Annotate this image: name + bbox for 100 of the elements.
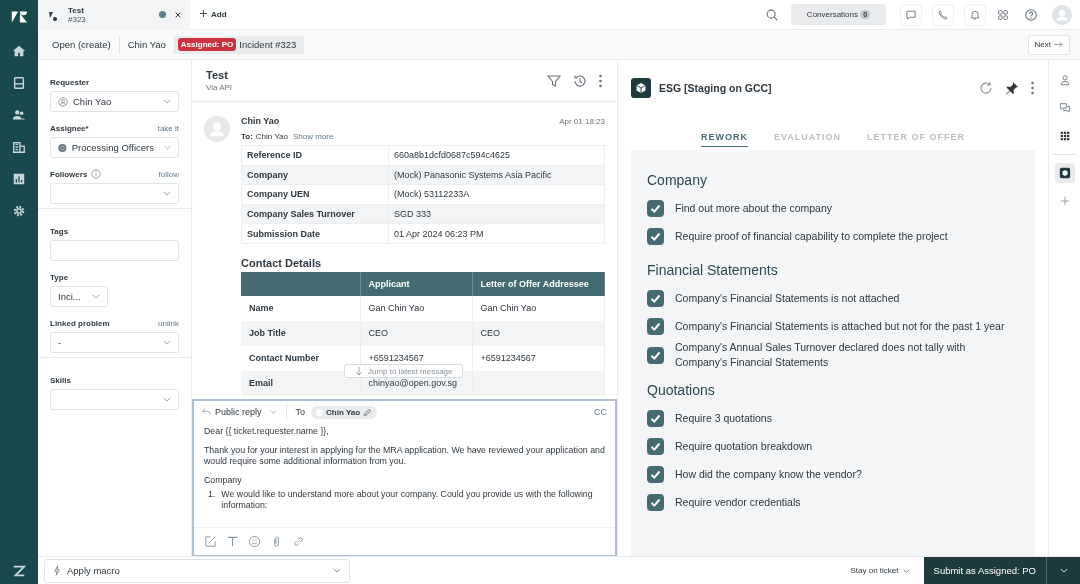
table-cell: Submission Date bbox=[241, 223, 389, 244]
field-link[interactable]: take it bbox=[157, 123, 179, 133]
compose-icon[interactable] bbox=[204, 535, 217, 548]
refresh-icon[interactable] bbox=[978, 80, 994, 96]
section-heading: Quotations bbox=[647, 382, 716, 398]
views-icon[interactable] bbox=[12, 76, 26, 90]
users-icon[interactable] bbox=[12, 108, 26, 122]
chat-icon[interactable] bbox=[900, 3, 922, 26]
checkbox[interactable] bbox=[647, 493, 664, 511]
reply-text-area[interactable]: Dear {{ ticket.requester.name }}, Thank you for your interest in applying for the MRA application. We have reviewed your application and would require some additional information from you. Company 1. We would like to understand more about your company. Could you provide us with the following information: bbox=[194, 423, 615, 527]
add-button[interactable]: Add bbox=[196, 10, 231, 19]
chat-icon bbox=[1058, 102, 1071, 114]
arrow-down-icon bbox=[355, 366, 363, 376]
more-icon[interactable] bbox=[1030, 80, 1035, 96]
app-tab[interactable]: REWORK bbox=[700, 128, 748, 147]
app-logo-icon bbox=[631, 78, 651, 98]
settings-icon[interactable] bbox=[12, 204, 26, 218]
group-icon bbox=[58, 142, 67, 153]
tab-title: Test bbox=[68, 5, 85, 15]
table-cell: Job Title bbox=[241, 320, 360, 346]
checkbox[interactable] bbox=[647, 346, 664, 364]
table-cell: CEO bbox=[472, 320, 605, 346]
field-link[interactable]: unlink bbox=[158, 318, 179, 328]
field-link[interactable]: follow bbox=[158, 169, 179, 179]
ticket-tab[interactable]: Test #323 bbox=[38, 0, 190, 30]
checkbox[interactable] bbox=[647, 437, 664, 455]
text-format-icon[interactable] bbox=[226, 535, 239, 548]
table-cell: Company bbox=[241, 165, 389, 185]
submit-button[interactable]: Submit as Assigned: PO bbox=[923, 556, 1046, 584]
checklist-item: Find out more about the company bbox=[675, 200, 832, 216]
home-icon[interactable] bbox=[12, 44, 26, 58]
breadcrumb[interactable]: Chin Yao bbox=[119, 35, 175, 54]
select-field[interactable]: Processing Officers bbox=[50, 137, 179, 158]
bell-icon[interactable] bbox=[964, 3, 986, 26]
apply-macro-dropdown[interactable]: Apply macro bbox=[44, 558, 350, 583]
checkbox[interactable] bbox=[647, 227, 664, 245]
table-header: Applicant bbox=[360, 271, 472, 296]
breadcrumb[interactable]: Assigned: PO Incident #323 bbox=[174, 35, 305, 54]
ticket-title: Test bbox=[206, 69, 229, 81]
checklist-item: Require proof of financial capability to complete the project bbox=[675, 228, 948, 244]
to-label: To bbox=[295, 407, 306, 417]
checklist-item: Company's Financial Statements is attached but not for the past 1 year bbox=[675, 318, 1005, 334]
checkbox[interactable] bbox=[647, 409, 664, 427]
channel-label: Via API bbox=[206, 83, 233, 92]
field-label: Linked problem bbox=[50, 318, 110, 328]
checkbox[interactable] bbox=[647, 317, 664, 335]
select-field[interactable]: - bbox=[50, 332, 179, 353]
checklist-item: How did the company know the vendor? bbox=[675, 466, 862, 482]
message-time: Apr 01 18:23 bbox=[559, 116, 605, 126]
table-header: Letter of Offer Addressee bbox=[472, 271, 605, 296]
field-value: Inci... bbox=[58, 291, 81, 302]
history-icon[interactable] bbox=[572, 72, 588, 89]
grid-icon bbox=[1058, 130, 1071, 142]
select-field[interactable] bbox=[50, 183, 179, 204]
checkbox[interactable] bbox=[647, 199, 664, 217]
plus-icon bbox=[200, 10, 207, 17]
table-cell: CEO bbox=[360, 320, 472, 346]
chevron-icon bbox=[902, 568, 910, 573]
stay-on-ticket-dropdown[interactable]: Stay on ticket bbox=[844, 565, 916, 576]
chevron-icon bbox=[1059, 568, 1068, 573]
submit-options-button[interactable] bbox=[1046, 556, 1080, 584]
table-cell: Company Sales Turnover bbox=[241, 204, 389, 224]
recipient-name: Chin Yao bbox=[255, 132, 288, 141]
show-more-link[interactable]: Show more bbox=[293, 132, 334, 141]
next-button[interactable]: Next bbox=[1027, 34, 1070, 55]
app-rail-button[interactable] bbox=[1054, 163, 1075, 183]
field-label: Assignee* bbox=[50, 123, 89, 133]
logo-icon[interactable] bbox=[12, 564, 26, 578]
pin-icon[interactable] bbox=[1004, 80, 1020, 96]
plus-icon bbox=[1058, 195, 1071, 207]
reply-mode-dropdown[interactable]: Public reply bbox=[202, 407, 277, 417]
status-badge: Assigned: PO bbox=[177, 38, 237, 51]
input-field[interactable] bbox=[50, 240, 179, 261]
table-cell: Gan Chin Yao bbox=[472, 295, 605, 321]
field-label: Requester bbox=[50, 77, 90, 87]
breadcrumb[interactable]: Open (create) bbox=[44, 35, 120, 54]
select-field[interactable]: Inci... bbox=[50, 286, 108, 307]
cc-link[interactable]: CC bbox=[594, 407, 607, 417]
chart-icon[interactable] bbox=[12, 172, 26, 186]
field-label: Type bbox=[50, 272, 69, 282]
checklist-item: Require 3 quotations bbox=[675, 410, 772, 426]
table-cell: (Mock) 53112233A bbox=[388, 184, 605, 205]
table-cell: 01 Apr 2024 06:23 PM bbox=[388, 223, 605, 244]
arrow-right-icon bbox=[1054, 41, 1063, 48]
select-field[interactable]: Chin Yao bbox=[50, 91, 179, 112]
recipient-chip[interactable]: Chin Yao bbox=[311, 405, 378, 419]
chevron-icon bbox=[163, 99, 171, 104]
lightning-icon bbox=[53, 565, 61, 576]
checklist-item: Company's Financial Statements is not attached bbox=[675, 290, 900, 306]
close-icon[interactable] bbox=[174, 10, 182, 19]
checklist-item: Company's Annual Sales Turnover declared does not tally with Company's Financial Statements bbox=[675, 340, 967, 370]
emoji-icon[interactable] bbox=[248, 535, 261, 548]
chevron-icon bbox=[164, 145, 171, 150]
field-value: - bbox=[58, 337, 62, 348]
filter-icon[interactable] bbox=[546, 72, 562, 89]
checkbox[interactable] bbox=[647, 289, 664, 307]
checkbox[interactable] bbox=[647, 465, 664, 483]
building-icon[interactable] bbox=[12, 140, 26, 154]
more-icon[interactable] bbox=[598, 72, 603, 89]
select-field[interactable] bbox=[50, 389, 179, 410]
